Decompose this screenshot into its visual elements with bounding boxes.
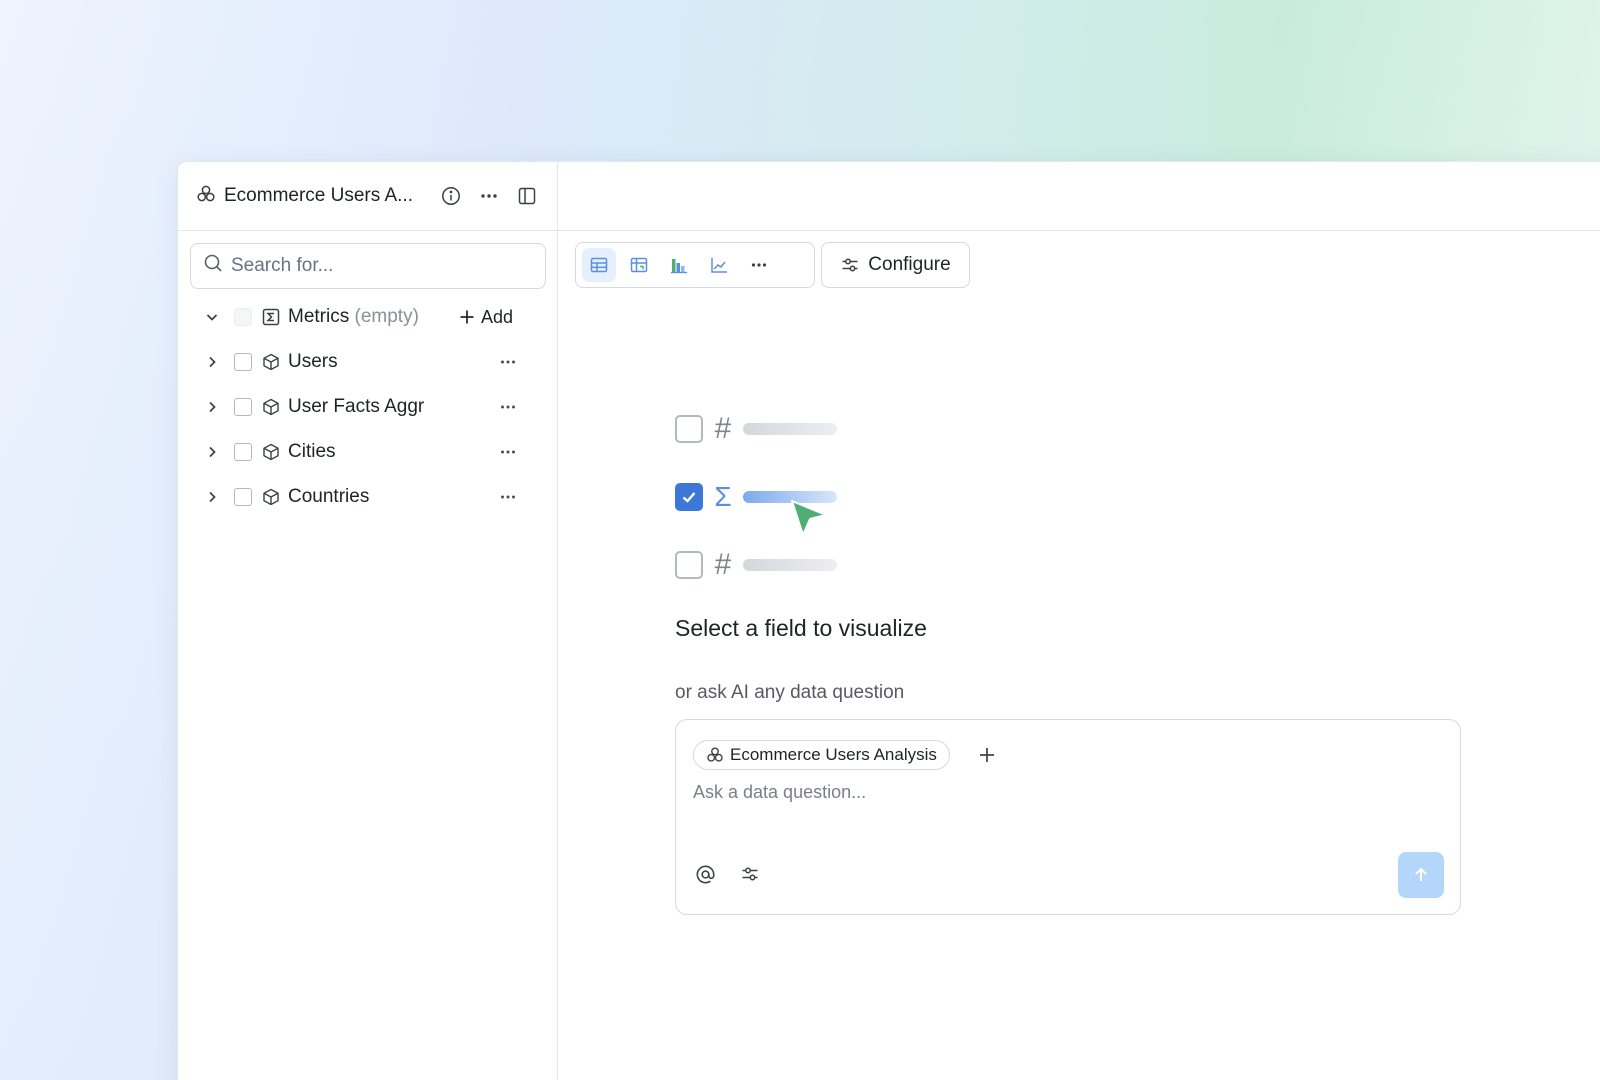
countries-checkbox[interactable]: [234, 488, 252, 506]
empty-state-illustration: # Σ #: [675, 412, 875, 594]
entity-label: Cities: [288, 441, 336, 462]
ask-ai-box[interactable]: Ecommerce Users Analysis Ask a data ques…: [675, 719, 1461, 915]
bar-chart-icon[interactable]: [662, 248, 696, 282]
tree-row-countries[interactable]: Countries: [178, 477, 558, 517]
illustration-row: #: [675, 548, 837, 581]
more-horizontal-icon[interactable]: [494, 352, 522, 372]
table-icon[interactable]: [582, 248, 616, 282]
cube-icon: [260, 441, 282, 463]
entity-label: User Facts Aggr: [288, 396, 425, 417]
sidebar-toggle-icon[interactable]: [515, 184, 539, 208]
tree-row-cities[interactable]: Cities: [178, 432, 558, 472]
entity-label: Users: [288, 351, 338, 372]
add-label: Add: [481, 306, 514, 327]
hash-icon: #: [714, 412, 732, 445]
more-horizontal-icon[interactable]: [742, 248, 776, 282]
sliders-icon[interactable]: [738, 862, 762, 886]
metrics-status: (empty): [354, 306, 419, 327]
sliders-icon: [842, 258, 858, 272]
chevron-down-icon[interactable]: [202, 307, 222, 327]
hash-icon: #: [714, 548, 732, 581]
cube-icon: [260, 351, 282, 373]
chevron-right-icon[interactable]: [202, 442, 222, 462]
sidebar: Ecommerce Users A... Search for... Metri…: [178, 162, 558, 1080]
more-horizontal-icon[interactable]: [494, 442, 522, 462]
tree-row-metrics[interactable]: Metrics (empty) Add: [178, 297, 558, 337]
topic-chip-label: Ecommerce Users Analysis: [730, 745, 937, 764]
topic-title: Ecommerce Users A...: [224, 185, 413, 206]
topic-title-group[interactable]: Ecommerce Users A...: [196, 184, 425, 209]
search-input[interactable]: Search for...: [190, 243, 546, 289]
line-chart-icon[interactable]: [702, 248, 736, 282]
illustration-row: #: [675, 412, 837, 445]
more-horizontal-icon[interactable]: [494, 487, 522, 507]
configure-label: Configure: [868, 254, 951, 275]
user-facts-aggr-checkbox[interactable]: [234, 398, 252, 416]
placeholder-bar: [743, 559, 837, 571]
more-horizontal-icon[interactable]: [494, 397, 522, 417]
sigma-icon: Σ: [714, 481, 732, 512]
configure-button[interactable]: Configure: [821, 242, 970, 288]
metrics-title: Metrics: [288, 306, 350, 327]
topic-icon: [196, 184, 216, 209]
more-horizontal-icon[interactable]: [477, 184, 501, 208]
illustration-checkbox: [675, 415, 703, 443]
ask-question-input[interactable]: Ask a data question...: [693, 782, 866, 803]
topic-chip[interactable]: Ecommerce Users Analysis: [693, 740, 950, 770]
chevron-right-icon[interactable]: [202, 352, 222, 372]
cube-icon: [260, 486, 282, 508]
chevron-right-icon[interactable]: [202, 397, 222, 417]
arrow-up-icon: [1415, 867, 1427, 881]
tree-row-user-facts-aggr[interactable]: User Facts Aggr: [178, 387, 558, 427]
cube-icon: [260, 396, 282, 418]
tree-row-users[interactable]: Users: [178, 342, 558, 382]
metrics-label: Metrics (empty): [288, 306, 419, 328]
chevron-right-icon[interactable]: [202, 487, 222, 507]
info-icon[interactable]: [439, 184, 463, 208]
pivot-table-icon[interactable]: [622, 248, 656, 282]
ask-ai-caption: or ask AI any data question: [675, 682, 905, 703]
search-placeholder: Search for...: [231, 255, 334, 276]
cities-checkbox[interactable]: [234, 443, 252, 461]
plus-icon: [460, 310, 474, 324]
illustration-checkbox: [675, 551, 703, 579]
check-icon: [675, 483, 703, 511]
metrics-checkbox: [234, 308, 252, 326]
topic-icon: [707, 747, 723, 762]
search-icon: [203, 253, 223, 279]
app-window: Ecommerce Users A... Search for... Metri…: [177, 161, 1600, 1080]
cursor-icon: [790, 497, 830, 542]
sidebar-header: Ecommerce Users A...: [178, 162, 557, 231]
at-mention-icon[interactable]: [693, 862, 717, 886]
users-checkbox[interactable]: [234, 353, 252, 371]
empty-state-headline: Select a field to visualize: [675, 615, 927, 641]
entity-label: Countries: [288, 486, 370, 507]
sigma-box-icon: [260, 306, 282, 328]
plus-icon[interactable]: [976, 744, 998, 766]
visualization-switcher: [575, 242, 815, 288]
send-button[interactable]: [1398, 852, 1444, 898]
add-metric-button[interactable]: Add: [459, 307, 513, 328]
main-header: [558, 162, 1600, 231]
placeholder-bar: [743, 423, 837, 435]
